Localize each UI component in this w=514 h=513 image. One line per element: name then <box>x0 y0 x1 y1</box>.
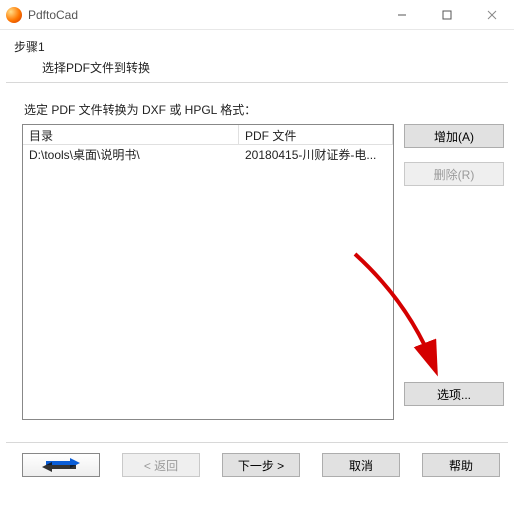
divider <box>6 82 508 83</box>
file-list[interactable]: 目录 PDF 文件 D:\tools\桌面\说明书\ 20180415-川财证券… <box>22 124 394 420</box>
cancel-button[interactable]: 取消 <box>322 453 400 477</box>
step-number: 步骤1 <box>14 38 502 55</box>
cell-file: 20180415-川财证券-电... <box>239 145 393 163</box>
window-title: PdftoCad <box>28 8 379 22</box>
column-directory[interactable]: 目录 <box>23 125 239 144</box>
list-header: 目录 PDF 文件 <box>23 125 393 145</box>
divider <box>6 442 508 443</box>
column-pdf-file[interactable]: PDF 文件 <box>239 125 393 144</box>
close-button[interactable] <box>469 0 514 29</box>
prompt-label: 选定 PDF 文件转换为 DXF 或 HPGL 格式： <box>24 101 504 118</box>
convert-button[interactable] <box>22 453 100 477</box>
step-header: 步骤1 选择PDF文件到转换 <box>0 30 514 82</box>
maximize-button[interactable] <box>424 0 469 29</box>
minimize-button[interactable] <box>379 0 424 29</box>
titlebar: PdftoCad <box>0 0 514 30</box>
remove-button[interactable]: 删除(R) <box>404 162 504 186</box>
help-button[interactable]: 帮助 <box>422 453 500 477</box>
cell-directory: D:\tools\桌面\说明书\ <box>23 145 239 163</box>
next-button[interactable]: 下一步 > <box>222 453 300 477</box>
step-description: 选择PDF文件到转换 <box>14 59 502 76</box>
table-row[interactable]: D:\tools\桌面\说明书\ 20180415-川财证券-电... <box>23 145 393 163</box>
convert-arrows-icon <box>40 458 82 472</box>
app-icon <box>6 7 22 23</box>
back-button[interactable]: < 返回 <box>122 453 200 477</box>
options-button[interactable]: 选项... <box>404 382 504 406</box>
add-button[interactable]: 增加(A) <box>404 124 504 148</box>
